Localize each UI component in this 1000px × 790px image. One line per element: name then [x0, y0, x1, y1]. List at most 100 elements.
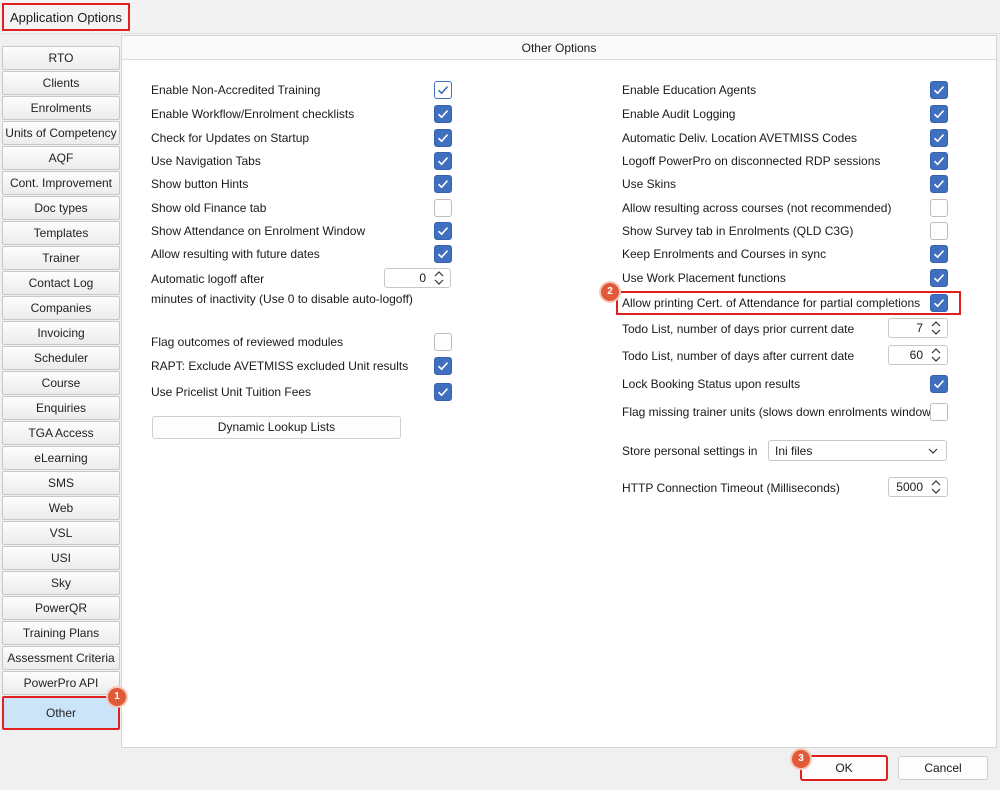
sidebar: RTO Clients Enrolments Units of Competen…	[2, 46, 120, 731]
store-settings-value: Ini files	[775, 444, 813, 458]
checkbox-survey-tab[interactable]	[930, 222, 948, 240]
annotation-badge-2: 2	[601, 283, 619, 301]
option-label: Enable Education Agents	[622, 83, 757, 97]
checkbox-flag-trainer-units[interactable]	[930, 403, 948, 421]
checkbox-button-hints[interactable]	[434, 175, 452, 193]
checkbox-rapt-exclude[interactable]	[434, 357, 452, 375]
logoff-description: minutes of inactivity (Use 0 to disable …	[151, 292, 413, 306]
todo-after-label: Todo List, number of days after current …	[622, 349, 855, 363]
sidebar-item-rto[interactable]: RTO	[2, 46, 120, 70]
option-label: Allow resulting with future dates	[151, 247, 320, 261]
window-title: Application Options	[2, 3, 131, 31]
option-label: Use Navigation Tabs	[151, 154, 261, 168]
checkbox-navigation-tabs[interactable]	[434, 152, 452, 170]
panel-title: Other Options	[122, 36, 996, 60]
sidebar-item-sky[interactable]: Sky	[2, 571, 120, 595]
sidebar-item-trainer[interactable]: Trainer	[2, 246, 120, 270]
sidebar-item-enrolments[interactable]: Enrolments	[2, 96, 120, 120]
http-timeout-label: HTTP Connection Timeout (Milliseconds)	[622, 481, 840, 495]
logoff-label: Automatic logoff after	[151, 272, 265, 286]
sidebar-item-elearning[interactable]: eLearning	[2, 446, 120, 470]
checkbox-show-attendance[interactable]	[434, 222, 452, 240]
sidebar-item-vsl[interactable]: VSL	[2, 521, 120, 545]
todo-after-spinner[interactable]: 60	[888, 345, 948, 365]
logoff-spinner[interactable]: 0	[384, 268, 451, 288]
checkbox-use-skins[interactable]	[930, 175, 948, 193]
flag-trainer-label: Flag missing trainer units (slows down e…	[622, 405, 935, 419]
cancel-button[interactable]: Cancel	[898, 756, 988, 780]
sidebar-item-doc-types[interactable]: Doc types	[2, 196, 120, 220]
checkbox-pricelist-fees[interactable]	[434, 383, 452, 401]
sidebar-item-contact-log[interactable]: Contact Log	[2, 271, 120, 295]
store-settings-dropdown[interactable]: Ini files	[768, 440, 947, 461]
option-label: Keep Enrolments and Courses in sync	[622, 247, 827, 261]
sidebar-item-aqf[interactable]: AQF	[2, 146, 120, 170]
annotation-badge-1: 1	[108, 688, 126, 706]
http-timeout-value: 5000	[896, 480, 923, 494]
checkbox-logoff-rdp[interactable]	[930, 152, 948, 170]
option-label: Use Work Placement functions	[622, 271, 786, 285]
option-label: Enable Workflow/Enrolment checklists	[151, 107, 355, 121]
sidebar-item-usi[interactable]: USI	[2, 546, 120, 570]
checkbox-check-updates[interactable]	[434, 129, 452, 147]
dialog-footer: OK 3 Cancel	[0, 748, 1000, 790]
option-label: Show Survey tab in Enrolments (QLD C3G)	[622, 224, 854, 238]
http-timeout-spinner[interactable]: 5000	[888, 477, 948, 497]
todo-prior-spinner[interactable]: 7	[888, 318, 948, 338]
sidebar-item-course[interactable]: Course	[2, 371, 120, 395]
option-label: Flag outcomes of reviewed modules	[151, 335, 344, 349]
checkbox-old-finance-tab[interactable]	[434, 199, 452, 217]
checkbox-keep-sync[interactable]	[930, 245, 948, 263]
sidebar-item-templates[interactable]: Templates	[2, 221, 120, 245]
option-label: Enable Audit Logging	[622, 107, 736, 121]
checkbox-future-dates[interactable]	[434, 245, 452, 263]
lock-booking-label: Lock Booking Status upon results	[622, 377, 801, 391]
option-label: Logoff PowerPro on disconnected RDP sess…	[622, 154, 881, 168]
option-label: Use Skins	[622, 177, 677, 191]
sidebar-item-training-plans[interactable]: Training Plans	[2, 621, 120, 645]
sidebar-item-companies[interactable]: Companies	[2, 296, 120, 320]
checkbox-cert-attendance-partial[interactable]	[930, 294, 948, 312]
checkbox-deliv-location[interactable]	[930, 129, 948, 147]
checkbox-lock-booking[interactable]	[930, 375, 948, 393]
sidebar-item-cont-improvement[interactable]: Cont. Improvement	[2, 171, 120, 195]
checkbox-audit-logging[interactable]	[930, 105, 948, 123]
sidebar-item-units-of-competency[interactable]: Units of Competency	[2, 121, 120, 145]
spinner-arrows-icon[interactable]	[929, 479, 943, 495]
todo-after-value: 60	[909, 348, 923, 362]
checkbox-workflow[interactable]	[434, 105, 452, 123]
checkbox-resulting-across-courses[interactable]	[930, 199, 948, 217]
sidebar-item-scheduler[interactable]: Scheduler	[2, 346, 120, 370]
spinner-arrows-icon[interactable]	[432, 270, 446, 286]
sidebar-item-other[interactable]: Other	[2, 696, 120, 730]
sidebar-item-invoicing[interactable]: Invoicing	[2, 321, 120, 345]
option-label: Check for Updates on Startup	[151, 131, 310, 145]
sidebar-item-assessment-criteria[interactable]: Assessment Criteria	[2, 646, 120, 670]
sidebar-item-enquiries[interactable]: Enquiries	[2, 396, 120, 420]
sidebar-item-web[interactable]: Web	[2, 496, 120, 520]
logoff-value: 0	[419, 271, 426, 285]
title-bar: Application Options	[0, 0, 1000, 34]
annotation-badge-3: 3	[792, 750, 810, 768]
spinner-arrows-icon[interactable]	[929, 320, 943, 336]
sidebar-item-clients[interactable]: Clients	[2, 71, 120, 95]
spinner-arrows-icon[interactable]	[929, 347, 943, 363]
chevron-down-icon	[928, 448, 938, 454]
checkbox-education-agents[interactable]	[930, 81, 948, 99]
option-label: Use Pricelist Unit Tuition Fees	[151, 385, 312, 399]
todo-prior-value: 7	[916, 321, 923, 335]
checkbox-non-accredited[interactable]	[434, 81, 452, 99]
checkbox-flag-outcomes[interactable]	[434, 333, 452, 351]
sidebar-item-powerpro-api[interactable]: PowerPro API	[2, 671, 120, 695]
option-label: Show old Finance tab	[151, 201, 267, 215]
option-label: Show button Hints	[151, 177, 249, 191]
checkbox-work-placement[interactable]	[930, 269, 948, 287]
sidebar-item-tga-access[interactable]: TGA Access	[2, 421, 120, 445]
dynamic-lookup-lists-button[interactable]: Dynamic Lookup Lists	[152, 416, 401, 439]
sidebar-item-powerqr[interactable]: PowerQR	[2, 596, 120, 620]
store-settings-label: Store personal settings in	[622, 444, 758, 458]
todo-prior-label: Todo List, number of days prior current …	[622, 322, 855, 336]
sidebar-item-sms[interactable]: SMS	[2, 471, 120, 495]
ok-button[interactable]: OK	[800, 755, 888, 781]
option-label: Enable Non-Accredited Training	[151, 83, 321, 97]
